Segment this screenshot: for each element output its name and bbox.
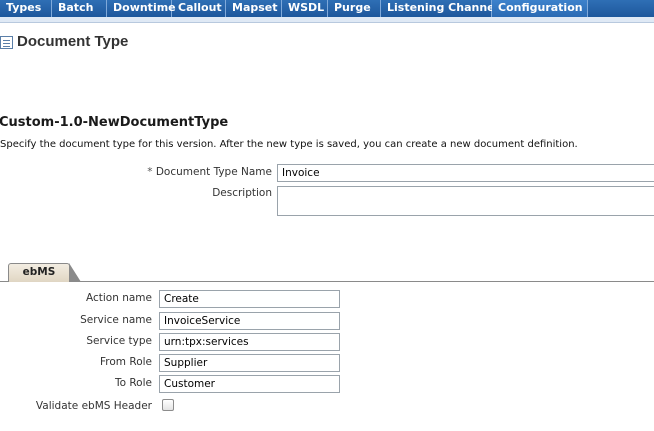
from-role-label: From Role	[100, 356, 152, 368]
tab-types[interactable]: Types	[0, 0, 52, 17]
tab-batch[interactable]: Batch	[52, 0, 107, 17]
document-icon	[0, 36, 13, 49]
tab-label: Callout	[178, 1, 222, 14]
tab-label: Purge	[334, 1, 371, 14]
tab-purge[interactable]: Purge	[328, 0, 381, 17]
tab-wsdl[interactable]: WSDL	[282, 0, 328, 17]
validate-ebms-header-checkbox[interactable]	[162, 399, 174, 411]
page-title: Document Type	[17, 33, 129, 50]
tab-label: Types	[6, 1, 42, 14]
section-title: Custom-1.0-NewDocumentType	[0, 115, 229, 130]
tab-callout[interactable]: Callout	[172, 0, 226, 17]
tab-label: WSDL	[288, 1, 325, 14]
service-name-label: Service name	[80, 314, 152, 326]
tab-downtime[interactable]: Downtime	[107, 0, 176, 17]
required-marker: *	[147, 166, 153, 178]
service-type-label: Service type	[86, 335, 152, 347]
to-role-label: To Role	[114, 377, 152, 389]
description-label: Description	[212, 187, 272, 199]
action-name-label: Action name	[86, 292, 152, 304]
tab-listening-channel[interactable]: Listening Channel	[381, 0, 498, 17]
from-role-input[interactable]: Supplier	[159, 354, 340, 372]
description-textarea[interactable]	[277, 186, 654, 216]
service-name-input[interactable]: InvoiceService	[159, 312, 340, 330]
tab-mapset[interactable]: Mapset	[226, 0, 282, 17]
instruction-text: Specify the document type for this versi…	[0, 139, 578, 150]
tab-label: Configuration	[498, 1, 583, 14]
tab-label: ebMS	[22, 266, 56, 278]
to-role-input[interactable]: Customer	[159, 375, 340, 393]
tab-label: Downtime	[113, 1, 176, 14]
tab-configuration[interactable]: Configuration	[492, 0, 588, 17]
document-type-name-label: * Document Type Name	[120, 166, 272, 178]
validate-ebms-header-label: Validate ebMS Header	[35, 400, 152, 412]
tab-label: Listening Channel	[387, 1, 499, 14]
tab-bar-underline	[0, 17, 654, 23]
action-name-input[interactable]: Create	[159, 290, 340, 308]
tab-label: Mapset	[232, 1, 278, 14]
service-type-input[interactable]: urn:tpx:services	[159, 333, 340, 351]
tab-strip-divider	[0, 281, 654, 282]
tab-ebms[interactable]: ebMS	[8, 263, 81, 282]
tab-label: Batch	[58, 1, 94, 14]
document-type-name-input[interactable]: Invoice	[277, 164, 654, 182]
top-tab-bar: Types Batch Downtime Callout Mapset WSDL…	[0, 0, 654, 18]
label-text: Document Type Name	[155, 166, 272, 178]
